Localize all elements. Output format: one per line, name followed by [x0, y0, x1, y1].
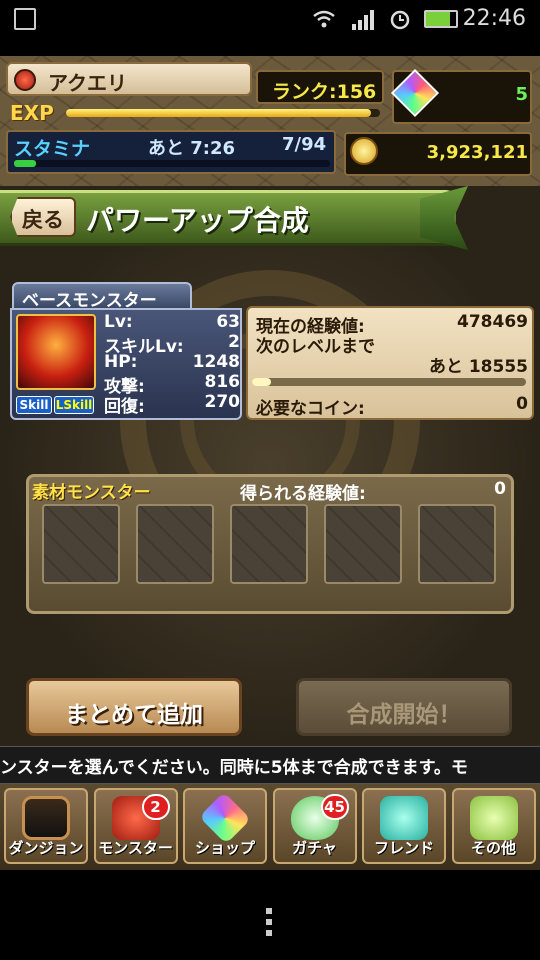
start-fusion-button[interactable]: 合成開始！ [296, 678, 512, 736]
required-coin-value: 0 [516, 394, 528, 414]
stat-value: 816 [204, 372, 241, 392]
stamina-bar-fill [14, 160, 37, 167]
back-button[interactable]: 戻る [10, 197, 76, 237]
notification-badge: 2 [141, 794, 170, 820]
nav-label: ダンジョン [8, 839, 84, 857]
stat-value: 2 [228, 332, 240, 352]
exp-label: EXP [10, 101, 54, 125]
picture-icon [14, 8, 36, 30]
stat-value: 1248 [192, 352, 240, 372]
nav-label: その他 [470, 839, 516, 857]
bulk-add-button[interactable]: まとめて追加 [26, 678, 242, 736]
material-slot[interactable] [42, 504, 120, 584]
leader-skill-badge: LSkill [54, 396, 94, 414]
rank-display: ランク:156 [256, 70, 384, 104]
player-name: アクエリ [48, 71, 127, 95]
stamina-bar [14, 160, 330, 167]
material-label: 素材モンスター [32, 483, 151, 503]
magic-stone-count: 5 [515, 84, 528, 105]
stat-value: 63 [216, 312, 240, 332]
player-avatar-icon [14, 69, 36, 91]
next-level-value: あと 18555 [428, 357, 528, 377]
current-exp-value: 478469 [457, 312, 528, 332]
nav-item-0[interactable]: ダンジョン [4, 788, 88, 864]
next-level-bar [252, 378, 526, 386]
material-slot[interactable] [324, 504, 402, 584]
nav-item-1[interactable]: モンスター 2 [93, 788, 178, 864]
material-slot[interactable] [136, 504, 214, 584]
next-level-label: 次のレベルまで [256, 337, 375, 357]
alarm-icon [390, 10, 410, 30]
page-title: パワーアップ合成 [86, 204, 309, 237]
clock: 22:46 [462, 6, 526, 31]
coin-count: 3,923,121 [426, 142, 528, 163]
stat-label: 回復: [104, 397, 145, 417]
material-slot[interactable] [230, 504, 308, 584]
next-level-bar-fill [252, 378, 272, 386]
base-monster-tab: ベースモンスター [12, 282, 192, 311]
stamina-count: 7/94 [282, 134, 327, 155]
nav-label: モンスター [98, 839, 173, 857]
nav-item-3[interactable]: ガチャ 45 [272, 788, 357, 864]
stat-label: HP: [104, 352, 138, 372]
base-monster-portrait[interactable] [16, 314, 96, 390]
nav-label: ショップ [194, 839, 255, 857]
notification-badge: 45 [320, 794, 349, 820]
signal-icon [352, 10, 374, 30]
gained-exp-label: 得られる経験値: [240, 484, 366, 504]
player-name-box[interactable]: アクエリ [6, 62, 252, 96]
wifi-icon [313, 10, 335, 28]
stat-value: 270 [204, 392, 241, 412]
info-ticker: ンスターを選んでください。同時に5体まで合成できます。モ [0, 746, 540, 784]
question-icon [469, 796, 518, 840]
overflow-menu-icon[interactable] [264, 908, 274, 942]
nav-label: ガチャ [292, 839, 337, 857]
friends-icon [380, 796, 428, 840]
required-coin-label: 必要なコイン: [256, 399, 365, 419]
dungeon-gate-icon [22, 796, 70, 840]
nav-item-5[interactable]: その他 [451, 788, 536, 864]
exp-bar-fill [66, 109, 371, 117]
status-bar: 22:46 [0, 0, 540, 38]
material-slot[interactable] [418, 504, 496, 584]
gained-exp-value: 0 [494, 479, 506, 499]
exp-bar [66, 109, 380, 117]
nav-item-2[interactable]: ショップ [183, 788, 267, 864]
stat-label: Lv: [104, 312, 133, 332]
battery-icon [424, 10, 458, 28]
nav-label: フレンド [373, 839, 434, 857]
nav-item-4[interactable]: フレンド [362, 788, 446, 864]
coin-icon [350, 137, 378, 165]
stamina-label: スタミナ [14, 138, 91, 160]
skill-badge: Skill [16, 396, 52, 414]
stamina-remaining-time: あと 7:26 [148, 138, 236, 159]
